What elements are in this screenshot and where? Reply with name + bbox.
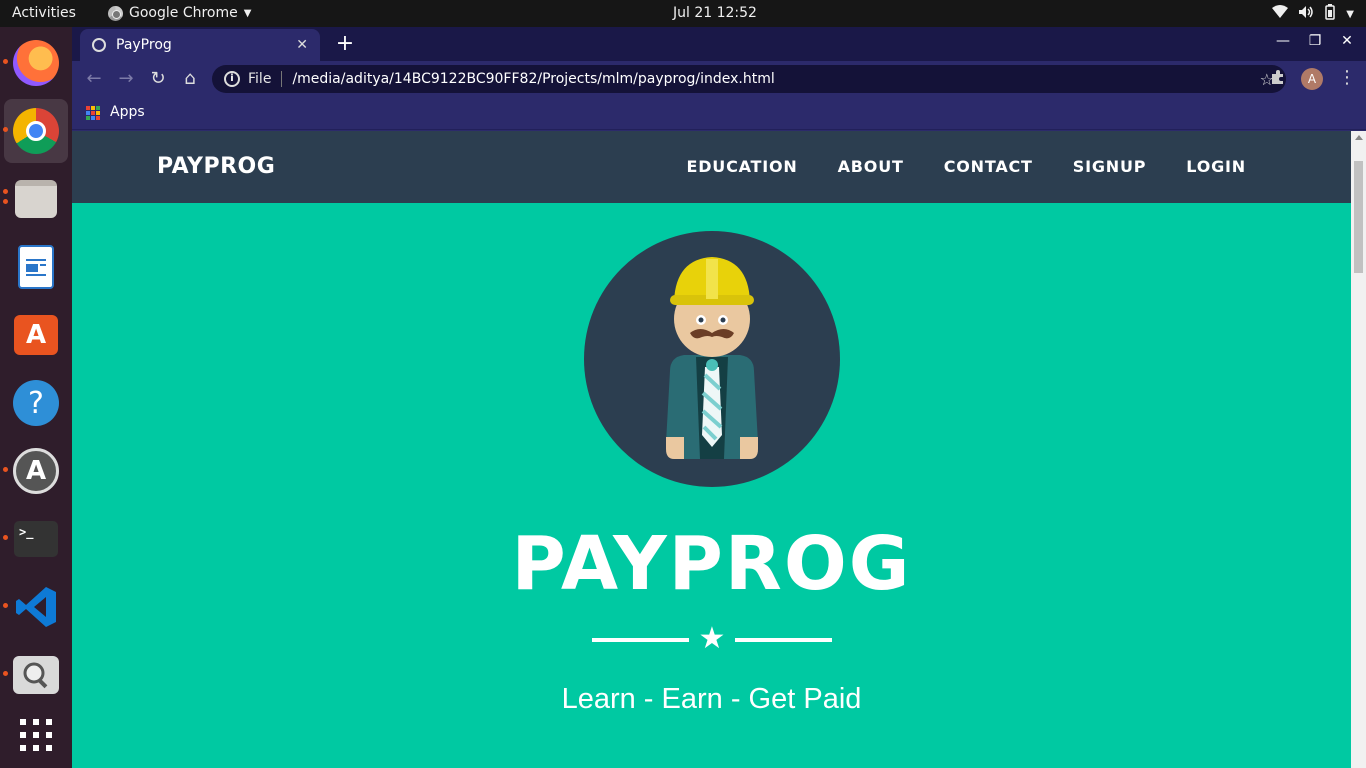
info-icon[interactable]: i	[224, 71, 240, 87]
url-scheme: File	[248, 71, 272, 87]
hero-tagline: Learn - Earn - Get Paid	[561, 683, 862, 715]
folder-icon	[15, 180, 57, 218]
scroll-up-icon[interactable]	[1355, 135, 1363, 140]
system-top-bar: Activities Google Chrome ▼ Jul 21 12:52 …	[0, 0, 1366, 27]
magnifier-icon	[13, 656, 59, 694]
site-navbar: PAYPROG EDUCATION ABOUT CONTACT SIGNUP L…	[72, 131, 1351, 203]
globe-icon	[92, 38, 106, 52]
nav-login[interactable]: LOGIN	[1186, 157, 1246, 176]
wifi-icon	[1272, 5, 1289, 23]
tab-title: PayProg	[116, 37, 172, 53]
close-window-button[interactable]: ✕	[1336, 33, 1358, 49]
reload-button[interactable]: ↻	[146, 67, 170, 91]
dock-writer[interactable]	[4, 235, 68, 299]
back-button[interactable]: ←	[82, 67, 106, 91]
vscode-icon	[13, 584, 59, 630]
help-icon: ?	[13, 380, 59, 426]
tab-strip: PayProg ✕ + — ❐ ✕	[72, 27, 1366, 61]
dock-chrome[interactable]	[3, 99, 68, 163]
profile-avatar[interactable]: A	[1301, 68, 1323, 90]
tab-payprog[interactable]: PayProg ✕	[80, 29, 320, 61]
star-icon: ★	[698, 621, 726, 656]
menu-icon[interactable]: ⋮	[1338, 67, 1356, 88]
forward-button[interactable]: →	[114, 67, 138, 91]
show-apps-button[interactable]	[4, 703, 68, 767]
software-updater-icon: A	[13, 448, 59, 494]
dock-terminal[interactable]: >_	[3, 507, 68, 571]
browser-toolbar: ← → ↻ ⌂ i File /media/aditya/14BC9122BC9…	[72, 61, 1366, 97]
hero-section: PAYPROG ★ Learn - Earn - Get Paid	[72, 203, 1351, 768]
worker-avatar-image	[584, 231, 840, 487]
close-icon[interactable]: ✕	[296, 37, 308, 53]
star-divider: ★	[592, 623, 832, 655]
scrollbar-thumb[interactable]	[1354, 161, 1363, 273]
dock: A ? A >_	[0, 27, 72, 768]
chrome-icon	[13, 108, 59, 154]
site-nav-links: EDUCATION ABOUT CONTACT SIGNUP LOGIN	[686, 157, 1246, 176]
divider	[281, 71, 283, 87]
browser-window: PayProg ✕ + — ❐ ✕ ← → ↻ ⌂ i File /media/…	[72, 27, 1366, 768]
restore-button[interactable]: ❐	[1304, 33, 1326, 49]
volume-icon	[1298, 5, 1314, 23]
grid-icon	[20, 719, 52, 751]
firefox-icon	[13, 40, 59, 86]
apps-bookmark[interactable]: Apps	[110, 104, 145, 120]
clock[interactable]: Jul 21 12:52	[0, 5, 1366, 21]
nav-signup[interactable]: SIGNUP	[1073, 157, 1147, 176]
site-brand-link[interactable]: PAYPROG	[157, 154, 275, 179]
chevron-down-icon: ▼	[1346, 8, 1354, 20]
system-status-area[interactable]: ▼	[1272, 4, 1354, 24]
divider-line	[735, 638, 832, 642]
address-bar[interactable]: i File /media/aditya/14BC9122BC90FF82/Pr…	[212, 65, 1286, 93]
software-center-icon: A	[14, 315, 58, 355]
apps-icon[interactable]	[86, 106, 100, 120]
url-text[interactable]: /media/aditya/14BC9122BC90FF82/Projects/…	[292, 71, 1259, 87]
nav-about[interactable]: ABOUT	[838, 157, 904, 176]
minimize-button[interactable]: —	[1272, 33, 1294, 49]
battery-icon	[1324, 4, 1336, 24]
dock-firefox[interactable]	[3, 31, 68, 95]
dock-vscode[interactable]	[3, 575, 68, 639]
dock-updater[interactable]: A	[3, 439, 68, 503]
nav-education[interactable]: EDUCATION	[686, 157, 797, 176]
hero-title: PAYPROG	[511, 521, 912, 607]
page-scrollbar[interactable]	[1351, 131, 1366, 768]
dock-help[interactable]: ?	[4, 371, 68, 435]
dock-search[interactable]	[3, 643, 68, 707]
nav-contact[interactable]: CONTACT	[944, 157, 1033, 176]
document-icon	[18, 245, 54, 289]
dock-software[interactable]: A	[4, 303, 68, 367]
bookmarks-bar: Apps	[72, 97, 1366, 130]
extensions-icon[interactable]	[1270, 69, 1286, 89]
divider-line	[592, 638, 689, 642]
dock-files[interactable]	[3, 167, 68, 231]
terminal-icon: >_	[14, 521, 58, 557]
new-tab-button[interactable]: +	[332, 31, 358, 57]
home-button[interactable]: ⌂	[178, 67, 202, 91]
page-viewport: PAYPROG EDUCATION ABOUT CONTACT SIGNUP L…	[72, 131, 1351, 768]
